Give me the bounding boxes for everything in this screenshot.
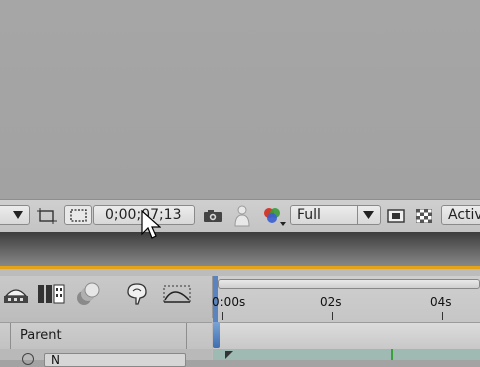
- toggle-transparency-button[interactable]: [64, 205, 92, 225]
- show-snapshot-icon[interactable]: [233, 205, 251, 227]
- layer-track-area[interactable]: [213, 349, 480, 360]
- active-camera-label: Activ: [448, 207, 480, 223]
- ruler-label: 0:00s: [212, 295, 246, 309]
- frame-blending-icon[interactable]: [36, 282, 66, 306]
- current-time-indicator[interactable]: [213, 322, 220, 348]
- graph-editor-icon[interactable]: [162, 282, 192, 306]
- ruler-label: 02s: [320, 295, 342, 309]
- fast-previews-icon[interactable]: [387, 209, 405, 223]
- resolution-value: Full: [297, 207, 321, 223]
- layer-row[interactable]: N: [0, 349, 212, 367]
- dropdown-divider: [357, 206, 358, 224]
- layer-switches-toolbar: [0, 276, 213, 318]
- parent-dropdown[interactable]: N: [44, 353, 186, 367]
- transparency-grid-icon: [70, 209, 87, 222]
- composition-toolbar: 0;00;07;13 Full: [0, 199, 480, 233]
- parent-column-header[interactable]: Parent: [20, 328, 62, 344]
- mouse-cursor-icon: [141, 210, 161, 239]
- active-camera-dropdown[interactable]: Activ: [441, 205, 480, 225]
- ruler-label: 04s: [430, 295, 452, 309]
- keyframe-icon[interactable]: [225, 351, 233, 359]
- time-navigator[interactable]: [213, 322, 480, 350]
- resolution-dropdown[interactable]: Full: [290, 205, 381, 225]
- draft-3d-icon[interactable]: [2, 282, 30, 306]
- dropdown-arrow-icon: [13, 211, 23, 219]
- marker: [391, 349, 393, 360]
- magnification-dropdown[interactable]: [0, 205, 30, 225]
- color-channels-icon[interactable]: [260, 206, 286, 226]
- work-area-bar[interactable]: [218, 279, 480, 289]
- ruler-tick: [332, 312, 333, 320]
- column-separator: [10, 323, 11, 349]
- pick-whip-icon[interactable]: [22, 353, 34, 365]
- snapshot-camera-icon[interactable]: [203, 209, 223, 223]
- brainstorm-icon[interactable]: [124, 282, 150, 306]
- dropdown-arrow-icon: [363, 211, 374, 219]
- panel-divider: [0, 232, 480, 268]
- checkerboard-icon[interactable]: [416, 209, 432, 223]
- composition-viewport[interactable]: [0, 0, 480, 200]
- parent-value: N: [51, 353, 60, 367]
- motion-blur-icon[interactable]: [74, 281, 104, 307]
- column-separator: [186, 323, 187, 349]
- ruler-tick: [442, 312, 443, 320]
- region-of-interest-icon[interactable]: [37, 208, 57, 224]
- ruler-tick: [222, 312, 223, 320]
